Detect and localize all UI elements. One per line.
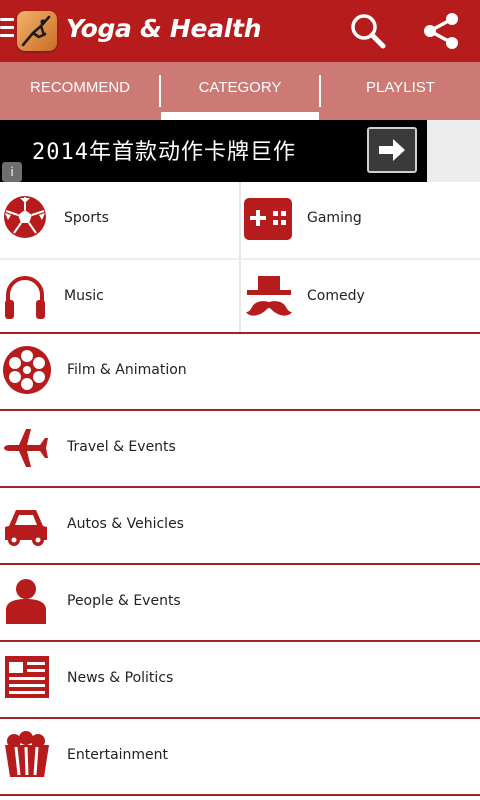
newspaper-icon [4,654,50,700]
tab-recommend[interactable]: RECOMMEND [0,62,160,120]
category-comedy[interactable]: Comedy [241,260,480,332]
category-label: Music [64,288,104,304]
category-gaming[interactable]: Gaming [241,182,480,258]
person-icon [4,578,48,624]
search-icon[interactable] [348,12,388,52]
grid-divider [239,260,241,332]
category-label: Film & Animation [67,362,187,378]
category-label: News & Politics [67,670,174,686]
gamepad-icon [244,197,292,241]
category-label: Autos & Vehicles [67,516,184,532]
hat-mustache-icon [246,274,292,320]
app-title: Yoga & Health [66,14,262,43]
tab-bar: RECOMMEND CATEGORY PLAYLIST [0,62,480,120]
info-icon[interactable]: i [2,162,22,182]
film-reel-icon [2,345,52,395]
row-divider [0,794,480,796]
category-label: Gaming [307,210,362,226]
category-sports[interactable]: Sports [0,182,239,258]
category-label: People & Events [67,593,181,609]
popcorn-icon [4,731,50,779]
category-entertainment[interactable]: Entertainment [0,719,480,794]
tab-selected-indicator [161,112,319,120]
yoga-pose-logo[interactable] [17,11,57,51]
category-people-events[interactable]: People & Events [0,565,480,640]
category-label: Comedy [307,288,365,304]
category-film-animation[interactable]: Film & Animation [0,334,480,409]
category-label: Travel & Events [67,439,176,455]
ad-text: 2014年首款动作卡牌巨作 [32,140,296,165]
category-label: Entertainment [67,747,169,763]
grid-divider [239,182,241,258]
category-travel-events[interactable]: Travel & Events [0,411,480,486]
headphones-icon [3,273,47,321]
share-icon[interactable] [420,10,462,52]
category-autos-vehicles[interactable]: Autos & Vehicles [0,488,480,563]
category-label: Sports [64,210,109,226]
app-bar: Yoga & Health [0,0,480,62]
car-icon [3,500,49,548]
menu-icon[interactable] [0,18,14,42]
ad-banner[interactable]: 2014年首款动作卡牌巨作 [0,120,427,182]
category-music[interactable]: Music [0,260,239,332]
soccer-ball-icon [3,195,47,239]
category-news-politics[interactable]: News & Politics [0,642,480,717]
tab-playlist[interactable]: PLAYLIST [321,62,480,120]
arrow-right-icon[interactable] [367,127,417,173]
ad-side-spacer [427,120,480,182]
airplane-icon [4,425,50,471]
